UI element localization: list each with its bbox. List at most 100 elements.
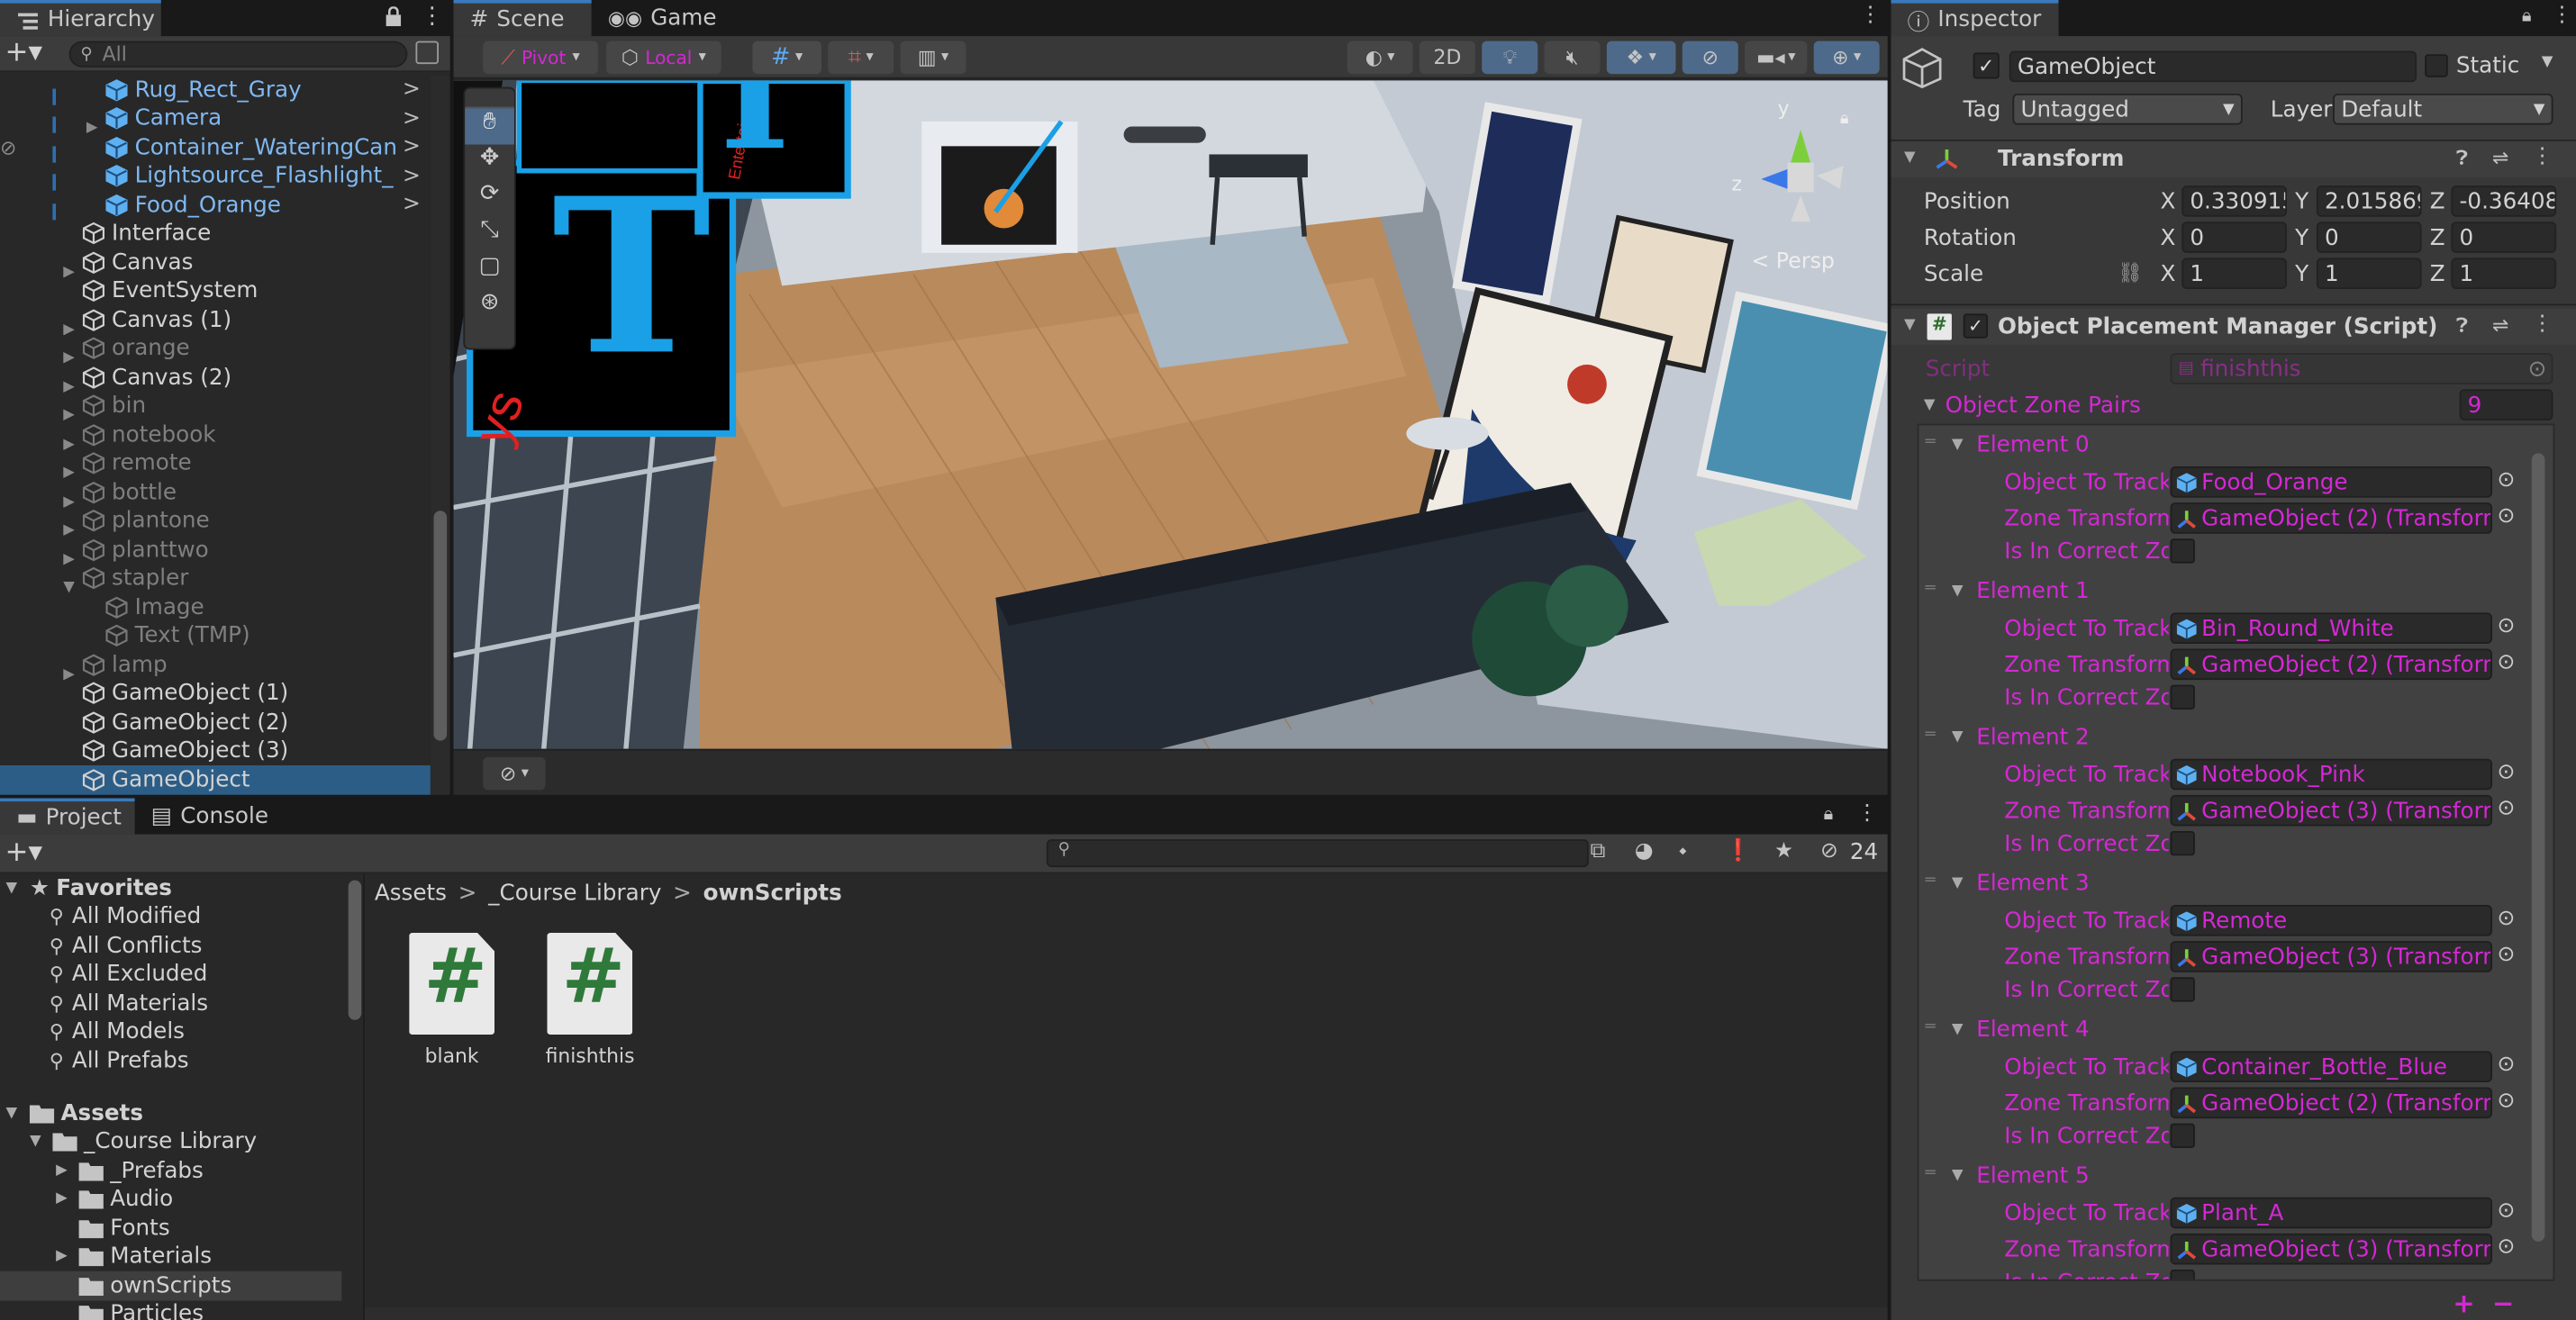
grid-snap-button[interactable]: # ▾ (752, 41, 821, 75)
effects-toggle[interactable]: ❖ ▾ (1606, 41, 1676, 75)
hierarchy-item[interactable]: Text (TMP) (0, 621, 431, 650)
project-search-input[interactable]: ⚲ (1046, 839, 1589, 868)
list-size-field[interactable]: 9 (2459, 389, 2553, 420)
favorite-item[interactable]: ⚲ All Excluded (50, 960, 208, 989)
expand-arrow-icon[interactable]: ▶ (59, 321, 79, 334)
drag-handle-icon[interactable]: ═ (1926, 1018, 1936, 1036)
lock-icon[interactable] (385, 6, 403, 27)
rect-tool-icon[interactable]: ▢ (465, 253, 514, 289)
element-foldout-arrow[interactable]: ▼ (1952, 875, 1964, 891)
layer-dropdown[interactable]: Default ▼ (2333, 93, 2553, 125)
gizmo-lock-icon[interactable]: 🔒︎ (1840, 110, 1849, 128)
persp-label[interactable]: < Persp (1751, 249, 1835, 274)
scene-more-icon[interactable]: ⋮ (1860, 4, 1882, 28)
scale-label[interactable]: Scale (1924, 261, 1983, 287)
hierarchy-item[interactable]: Rug_Rect_Gray > (0, 76, 431, 104)
filter-by-label-icon[interactable]: ⬩ (1679, 839, 1687, 863)
tab-scene[interactable]: # Scene (453, 0, 592, 37)
hierarchy-item[interactable]: ▶ notebook (0, 420, 431, 449)
tag-dropdown[interactable]: Untagged ▼ (2012, 93, 2243, 125)
expand-arrow-icon[interactable]: ▶ (82, 121, 102, 133)
hierarchy-item[interactable]: ▶ Canvas (0, 248, 431, 277)
object-to-track-field[interactable]: Plant_A (2170, 1197, 2493, 1229)
expand-arrow-icon[interactable]: ▶ (59, 379, 79, 392)
favorite-item[interactable]: ⚲ All Models (50, 1017, 185, 1046)
element-foldout-arrow[interactable]: ▼ (1952, 583, 1964, 600)
expand-arrow-icon[interactable]: ▶ (59, 666, 79, 679)
expand-arrow-icon[interactable]: ▶ (59, 408, 79, 420)
hand-tool-icon[interactable]: ✋︎ (465, 108, 514, 145)
hierarchy-item[interactable]: ▶ bin (0, 392, 431, 420)
log-filter-icon[interactable]: ❗ (1725, 839, 1752, 863)
hierarchy-item[interactable]: ▶ planttwo (0, 536, 431, 565)
element-label[interactable]: Element 4 (1976, 1017, 2089, 1043)
presets-icon[interactable]: ⇌ (2492, 146, 2508, 169)
element-label[interactable]: Element 0 (1976, 432, 2089, 458)
favorites-header[interactable]: ▼ ★ Favorites (0, 873, 171, 902)
search-by-type-icon[interactable]: ⧉ (1591, 839, 1606, 863)
rotation-z-field[interactable]: 0 (2451, 222, 2557, 253)
pivot-dropdown[interactable]: ⟋ Pivot ▾ (483, 41, 598, 75)
position-z-field[interactable]: -0.36408 (2451, 185, 2557, 217)
static-checkbox[interactable] (2425, 54, 2448, 77)
position-z-axis-label[interactable]: Z (2430, 189, 2445, 215)
expand-arrow-icon[interactable]: ▶ (59, 350, 79, 363)
project-lock-icon[interactable]: 🔒︎ (1824, 803, 1834, 827)
audio-toggle[interactable]: 🔇︎ (1544, 41, 1601, 75)
hierarchy-item[interactable]: Container_WateringCan > (0, 133, 431, 162)
object-picker-icon[interactable]: ⊙ (2497, 504, 2515, 529)
rotation-y-field[interactable]: 0 (2316, 222, 2422, 253)
hidden-objects-toggle[interactable]: ⊘ (1682, 41, 1738, 75)
scale-y-axis-label[interactable]: Y (2295, 261, 2308, 287)
element-label[interactable]: Element 2 (1976, 724, 2089, 750)
move-tool-icon[interactable]: ✥ (465, 145, 514, 181)
hidden-packages-icon[interactable]: ⊘ (1820, 839, 1838, 863)
hierarchy-item[interactable]: EventSystem (0, 276, 431, 305)
gameobject-name-field[interactable]: GameObject (2009, 50, 2417, 83)
element-foldout-arrow[interactable]: ▼ (1952, 437, 1964, 453)
drag-handle-icon[interactable]: ═ (1926, 1164, 1936, 1182)
breadcrumb-assets[interactable]: Assets (375, 881, 447, 907)
hierarchy-item[interactable]: ▶ lamp (0, 650, 431, 680)
component-menu-icon[interactable]: ⋮ (2532, 145, 2553, 169)
is-in-correct-zone-checkbox[interactable] (2170, 1269, 2195, 1279)
project-add-button[interactable]: +▾ (5, 836, 42, 868)
object-picker-icon[interactable]: ⊙ (2497, 1235, 2515, 1260)
rotate-tool-icon[interactable]: ⟳ (465, 181, 514, 217)
hierarchy-item[interactable]: ▶ bottle (0, 478, 431, 507)
folder-item[interactable]: Particles (0, 1300, 341, 1320)
rotation-z-axis-label[interactable]: Z (2430, 225, 2445, 251)
zone-transform-field[interactable]: GameObject (3) (Transform) (2170, 941, 2493, 972)
scene-visibility-icon[interactable] (415, 41, 440, 65)
rotation-y-axis-label[interactable]: Y (2295, 225, 2308, 251)
add-button[interactable]: +▾ (5, 36, 42, 68)
is-in-correct-zone-checkbox[interactable] (2170, 1123, 2195, 1148)
expand-arrow-icon[interactable]: ▶ (59, 466, 79, 478)
open-prefab-arrow-icon[interactable]: > (403, 193, 421, 217)
hierarchy-item[interactable]: GameObject (0, 764, 431, 794)
hierarchy-item[interactable]: GameObject (3) (0, 737, 431, 765)
constrain-proportions-icon[interactable]: ⛓︎ (2118, 261, 2143, 285)
hierarchy-item[interactable]: GameObject (2) (0, 708, 431, 737)
remove-element-button[interactable]: − (2492, 1288, 2514, 1319)
hierarchy-scrollbar[interactable] (430, 75, 450, 795)
is-in-correct-zone-checkbox[interactable] (2170, 684, 2195, 710)
position-x-axis-label[interactable]: X (2161, 189, 2176, 215)
object-picker-icon[interactable]: ⊙ (2497, 1089, 2515, 1113)
script-enabled-checkbox[interactable]: ✓ (1963, 313, 1989, 339)
is-in-correct-zone-checkbox[interactable] (2170, 830, 2195, 856)
object-picker-icon[interactable]: ⊙ (2497, 1199, 2515, 1224)
expand-arrow-icon[interactable]: ▶ (59, 522, 79, 535)
project-more-icon[interactable]: ⋮ (1856, 801, 1878, 826)
tab-project[interactable]: ▬ Project (0, 798, 135, 835)
tab-game[interactable]: ◉◉ Game (592, 0, 733, 36)
favorite-star-icon[interactable]: ★ (1774, 839, 1793, 863)
open-prefab-arrow-icon[interactable]: > (403, 164, 421, 188)
favorite-item[interactable]: ⚲ All Modified (50, 902, 202, 931)
object-to-track-field[interactable]: Food_Orange (2170, 466, 2493, 498)
transform-foldout-arrow[interactable]: ▼ (1904, 149, 1916, 166)
favorite-item[interactable]: ⚲ All Prefabs (50, 1046, 189, 1075)
position-y-axis-label[interactable]: Y (2295, 189, 2308, 215)
open-prefab-arrow-icon[interactable]: > (403, 135, 421, 159)
transform-tool-icon[interactable]: ⊛ (465, 289, 514, 325)
